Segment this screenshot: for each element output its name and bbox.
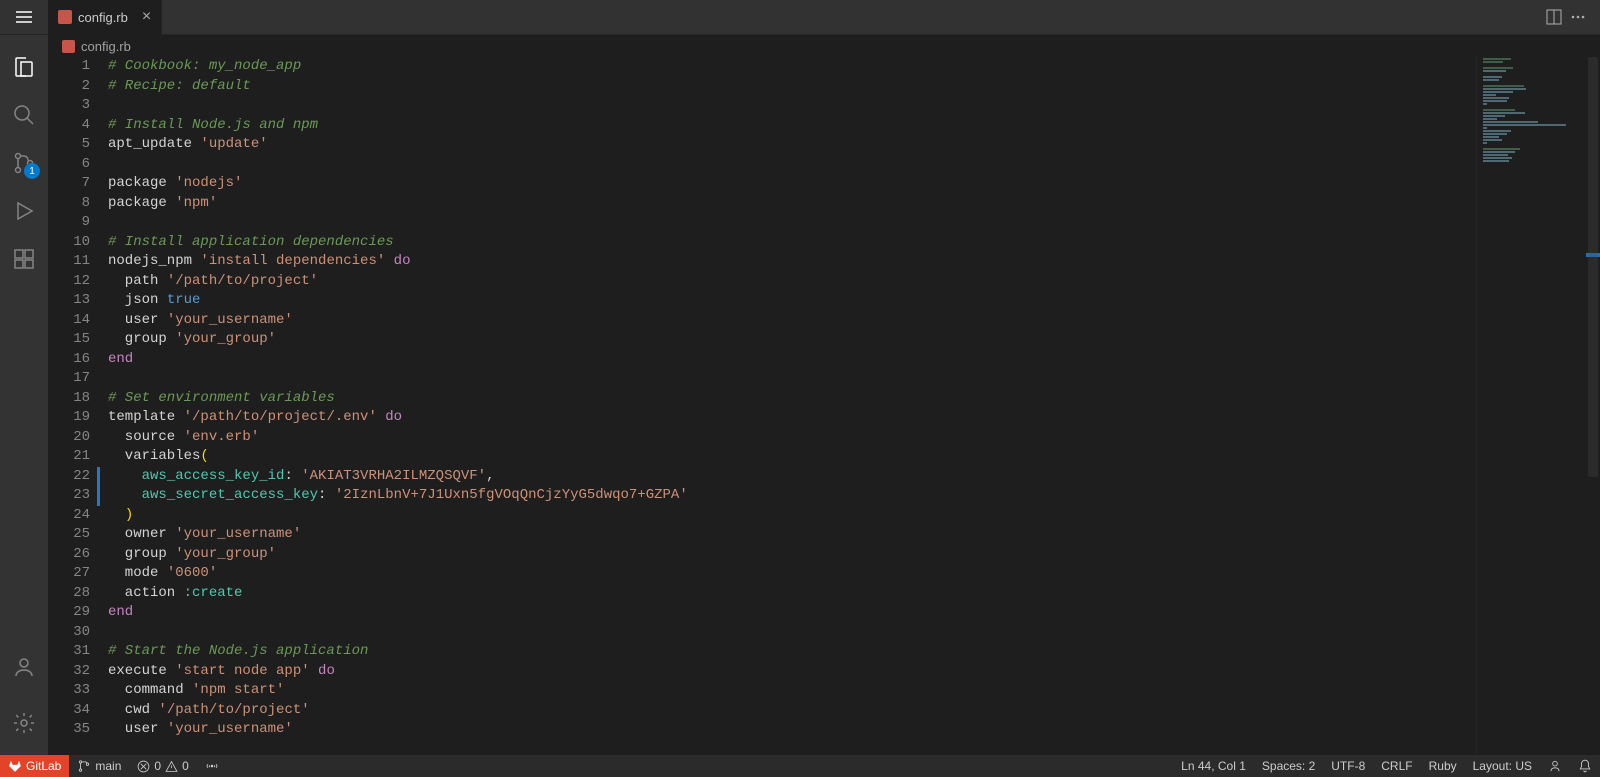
settings-gear-icon[interactable] bbox=[0, 699, 48, 747]
status-layout[interactable]: Layout: US bbox=[1465, 755, 1540, 777]
code-content[interactable]: # Cookbook: my_node_app# Recipe: default… bbox=[108, 57, 1476, 755]
status-bar: GitLab main 0 0 Ln 44, Col 1 Spaces: 2 U… bbox=[0, 755, 1600, 777]
ruby-file-icon bbox=[58, 10, 72, 24]
extensions-icon[interactable] bbox=[0, 235, 48, 283]
status-encoding[interactable]: UTF-8 bbox=[1323, 755, 1373, 777]
status-branch[interactable]: main bbox=[69, 755, 129, 777]
titlebar: config.rb × bbox=[0, 0, 1600, 35]
explorer-icon[interactable] bbox=[0, 43, 48, 91]
editor[interactable]: 1234567891011121314151617181920212223242… bbox=[48, 57, 1600, 755]
status-notifications-icon[interactable] bbox=[1570, 755, 1600, 777]
status-problems[interactable]: 0 0 bbox=[129, 755, 196, 777]
breadcrumb-filename: config.rb bbox=[81, 39, 131, 54]
minimap[interactable] bbox=[1476, 57, 1586, 755]
scrollbar-thumb[interactable] bbox=[1588, 57, 1598, 477]
status-language[interactable]: Ruby bbox=[1421, 755, 1465, 777]
more-actions-icon[interactable] bbox=[1570, 9, 1586, 25]
status-indentation[interactable]: Spaces: 2 bbox=[1254, 755, 1323, 777]
status-eol[interactable]: CRLF bbox=[1373, 755, 1420, 777]
scm-badge: 1 bbox=[24, 163, 40, 179]
search-icon[interactable] bbox=[0, 91, 48, 139]
source-control-icon[interactable]: 1 bbox=[0, 139, 48, 187]
activity-bar: 1 bbox=[0, 35, 48, 755]
accounts-icon[interactable] bbox=[0, 643, 48, 691]
status-cursor[interactable]: Ln 44, Col 1 bbox=[1173, 755, 1254, 777]
close-tab-icon[interactable]: × bbox=[142, 8, 151, 26]
line-number-gutter: 1234567891011121314151617181920212223242… bbox=[48, 57, 108, 755]
app-menu-button[interactable] bbox=[0, 0, 48, 35]
editor-tab[interactable]: config.rb × bbox=[48, 0, 162, 35]
main-area: 1 config.rb 1234567891011121314151617181… bbox=[0, 35, 1600, 755]
ruby-file-icon bbox=[62, 40, 75, 53]
run-debug-icon[interactable] bbox=[0, 187, 48, 235]
breadcrumb[interactable]: config.rb bbox=[48, 35, 1600, 57]
status-feedback-icon[interactable] bbox=[1540, 755, 1570, 777]
status-gitlab[interactable]: GitLab bbox=[0, 755, 69, 777]
tab-filename: config.rb bbox=[78, 10, 128, 25]
scrollbar-vertical[interactable] bbox=[1586, 57, 1600, 755]
status-live-icon[interactable] bbox=[197, 755, 227, 777]
split-editor-icon[interactable] bbox=[1546, 9, 1562, 25]
editor-area: config.rb 123456789101112131415161718192… bbox=[48, 35, 1600, 755]
